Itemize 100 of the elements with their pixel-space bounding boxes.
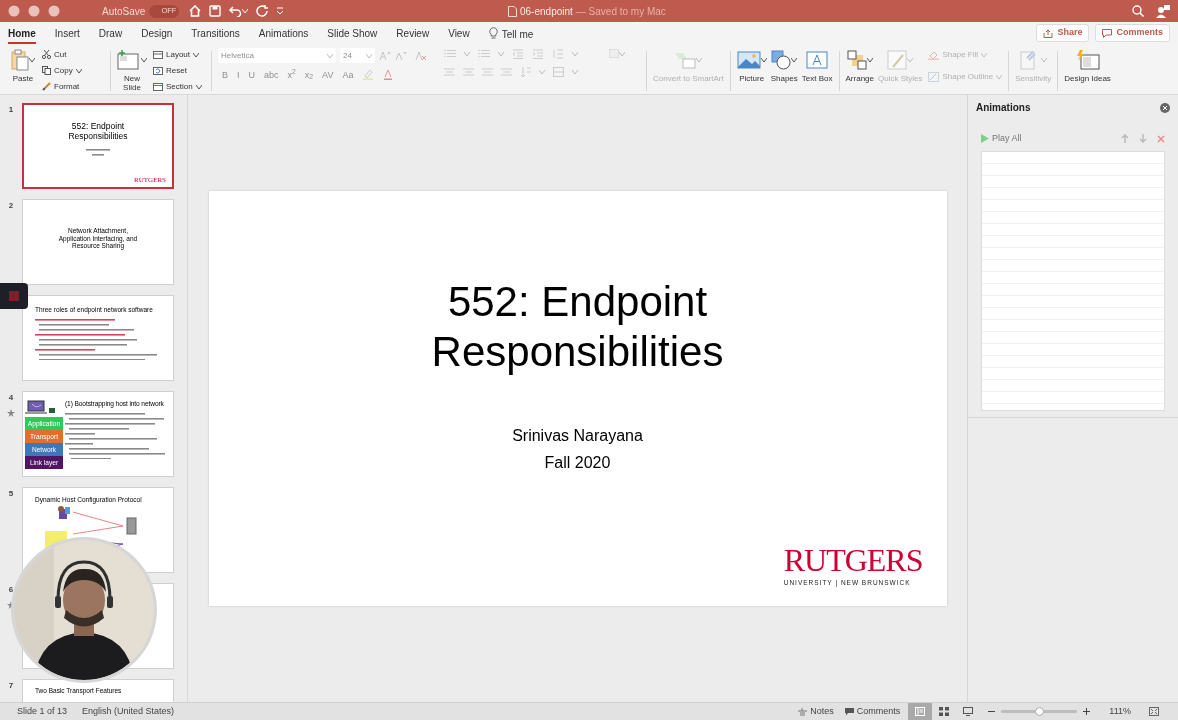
window-control-icon[interactable] [28, 5, 40, 17]
comments-button[interactable]: Comments [1095, 24, 1170, 42]
play-all-button[interactable]: Play All [981, 132, 1022, 146]
arrange-button[interactable]: Arrange [845, 48, 874, 83]
text-lines-drawing [86, 149, 110, 156]
move-up-icon[interactable] [1121, 134, 1129, 144]
record-button[interactable] [0, 283, 28, 309]
slide-number: 5 [8, 488, 14, 500]
notes-button[interactable]: Notes [798, 704, 834, 719]
increase-indent-icon[interactable] [532, 49, 544, 59]
stop-icon [9, 291, 19, 301]
person-icon[interactable] [1156, 4, 1170, 18]
copy-icon [42, 66, 51, 75]
comments-button[interactable]: Comments [844, 704, 901, 719]
font-color-icon[interactable] [383, 69, 394, 80]
cut-button[interactable]: Cut [42, 48, 82, 61]
pane-title: Animations [976, 101, 1031, 115]
slide-subtitle: Srinivas Narayana [512, 426, 643, 446]
search-icon[interactable] [1132, 5, 1144, 17]
new-slide-icon [117, 50, 141, 70]
align-text-icon[interactable] [553, 67, 564, 77]
window-control-icon[interactable] [48, 5, 60, 17]
text-box-button[interactable]: Text Box [801, 48, 833, 83]
move-down-icon[interactable] [1139, 134, 1147, 144]
thumbnail-title: 552: Endpoint Responsibilities [67, 121, 129, 141]
ribbon-tab[interactable]: Draw [98, 24, 123, 44]
zoom-in-icon[interactable] [1083, 708, 1091, 715]
section-button[interactable]: Section [153, 80, 202, 93]
notes-icon [798, 707, 808, 716]
slide-number: 1 [8, 104, 14, 116]
more-icon[interactable] [276, 7, 285, 15]
clipboard-icon [11, 49, 29, 71]
pen-icon [928, 71, 940, 82]
caret-icon[interactable] [193, 52, 200, 57]
paint-bucket-icon [928, 49, 940, 60]
caret-icon[interactable] [866, 58, 873, 62]
lightbulb-icon [488, 27, 498, 39]
columns-icon[interactable] [609, 49, 619, 58]
shapes-button[interactable]: Shapes [770, 48, 798, 83]
caret-icon[interactable] [760, 58, 767, 62]
paste-button[interactable]: Paste [8, 48, 38, 83]
caret-icon[interactable] [195, 84, 202, 89]
ribbon-tab[interactable]: Transitions [191, 24, 240, 44]
autosave-label: AutoSave [102, 4, 146, 19]
window-control-icon[interactable] [8, 5, 20, 17]
numbering-icon[interactable] [478, 49, 490, 59]
close-icon[interactable] [1160, 102, 1170, 113]
zoom-level[interactable]: 111% [1109, 704, 1131, 719]
redo-icon[interactable] [256, 5, 269, 17]
caret-icon[interactable] [791, 58, 798, 62]
ribbon-tab[interactable]: Review [396, 24, 430, 44]
grow-font-icon[interactable] [379, 50, 391, 61]
shrink-font-icon[interactable] [395, 50, 407, 61]
logo-wordmark: RUTGERS [783, 544, 923, 577]
language-indicator[interactable]: English (United States) [82, 704, 175, 719]
undo-icon[interactable] [229, 5, 243, 17]
ribbon-tab[interactable]: Insert [54, 24, 80, 44]
share-button[interactable]: Share [1036, 24, 1090, 42]
caret-icon[interactable] [141, 58, 147, 62]
save-icon[interactable] [209, 5, 222, 17]
zoom-slider-thumb[interactable] [1034, 707, 1044, 716]
slide-number: 2 [8, 200, 14, 212]
delete-icon[interactable] [1157, 134, 1165, 143]
ribbon-tab[interactable]: Animations [258, 24, 309, 44]
ribbon-tab[interactable]: View [448, 24, 470, 44]
highlighter-icon[interactable] [362, 69, 375, 80]
window-title: 06-endpoint [520, 5, 573, 19]
home-icon[interactable] [189, 5, 202, 17]
tell-me-search[interactable]: Tell me [501, 24, 534, 44]
smartart-icon [674, 51, 697, 69]
reset-button[interactable]: Reset [153, 64, 202, 77]
copy-button[interactable]: Copy [42, 64, 82, 77]
reading-view-icon [963, 707, 974, 716]
arrange-icon [846, 50, 867, 70]
speech-bubble-icon [844, 707, 854, 716]
design-ideas-button[interactable]: Design Ideas [1064, 48, 1111, 83]
animation-list[interactable] [981, 150, 1165, 411]
clear-formatting-icon[interactable] [415, 50, 427, 61]
caret-icon[interactable] [75, 68, 82, 73]
bullets-icon[interactable] [444, 49, 456, 59]
slide-subtitle: Fall 2020 [544, 453, 611, 473]
play-icon [981, 134, 989, 144]
slide-number: 7 [8, 680, 14, 692]
new-slide-button[interactable]: New Slide [117, 48, 147, 92]
zoom-out-icon[interactable] [988, 708, 996, 715]
text-direction-icon[interactable] [520, 67, 531, 77]
adapter-card-icon [48, 406, 56, 414]
format-painter-button[interactable]: Format [42, 80, 82, 93]
caret-icon[interactable] [29, 58, 35, 62]
paintbrush-icon [42, 82, 51, 91]
decrease-indent-icon[interactable] [512, 49, 524, 59]
normal-view-icon [915, 707, 926, 716]
fit-to-window-icon[interactable] [1149, 707, 1159, 716]
picture-button[interactable]: Picture [736, 48, 767, 83]
layout-button[interactable]: Layout [153, 48, 202, 61]
design-ideas-icon [1075, 50, 1100, 70]
ribbon-tab[interactable]: Slide Show [327, 24, 378, 44]
ribbon-tab[interactable]: Design [141, 24, 173, 44]
laptop-icon [25, 400, 47, 414]
slide-title: 552: Endpoint Responsibilities [430, 277, 725, 377]
